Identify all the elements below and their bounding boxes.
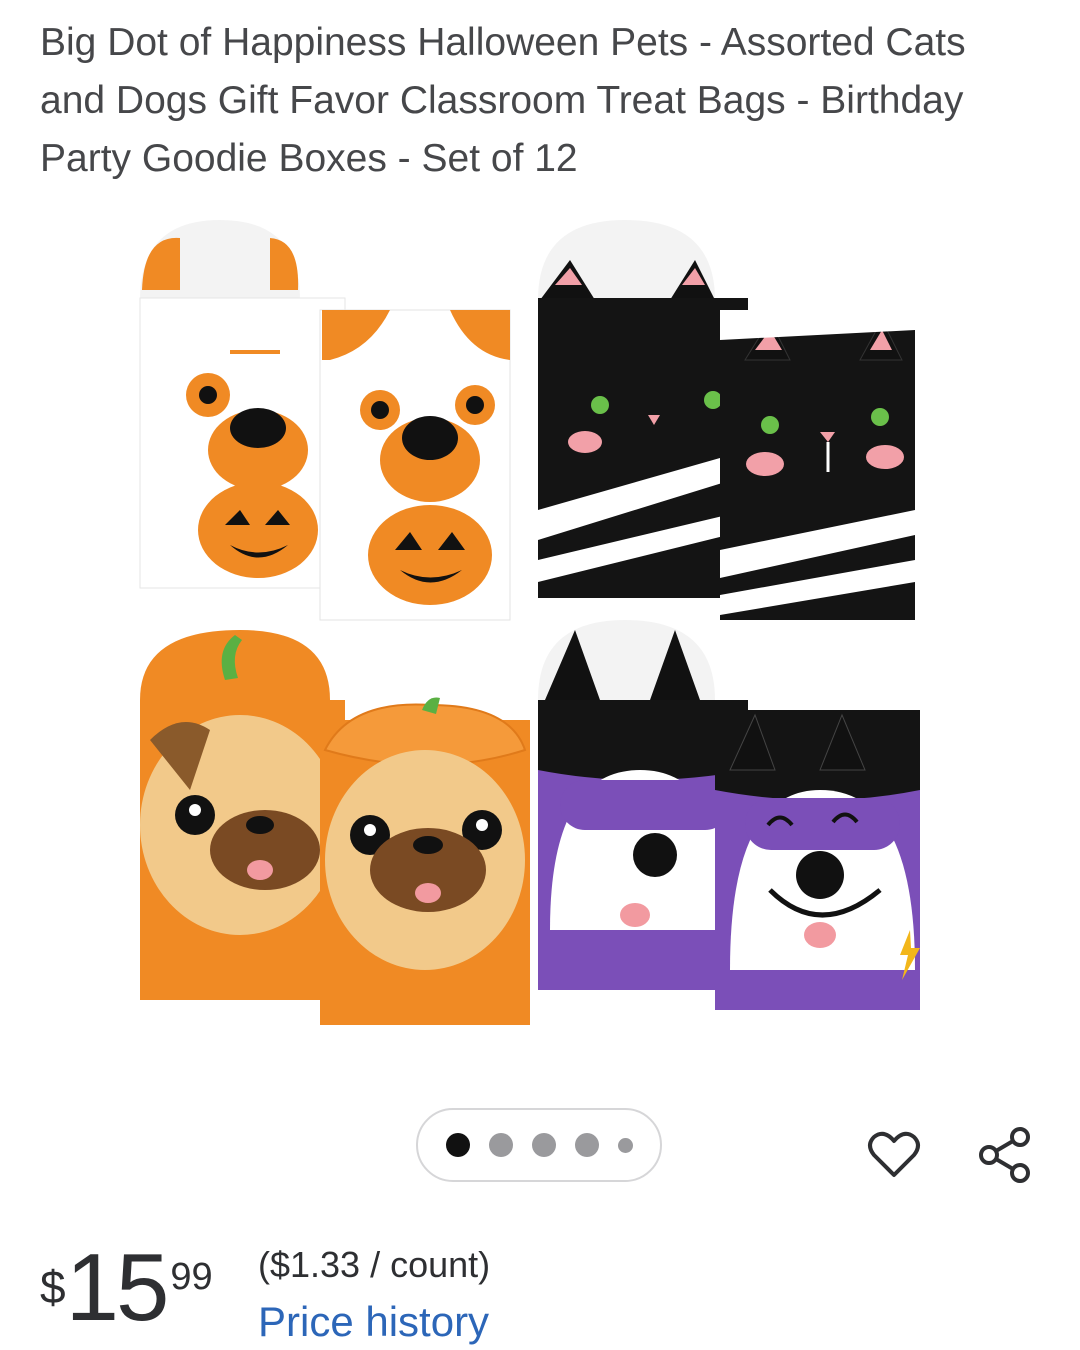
dog-bag-front (319, 309, 511, 621)
price-dollars: 15 (65, 1234, 170, 1341)
carousel-dot-2[interactable] (488, 1133, 513, 1157)
unit-price: ($1.33 / count) (258, 1244, 491, 1285)
price-history-link[interactable]: Price history (258, 1298, 489, 1346)
carousel-dot-5[interactable] (617, 1137, 633, 1153)
price-cents: 99 (170, 1256, 213, 1298)
carousel-dot-4[interactable] (574, 1133, 599, 1157)
price-currency: $ (40, 1261, 66, 1313)
cat-bag-back (538, 220, 748, 598)
pug-bag-front (320, 697, 530, 1025)
husky-bag-front (715, 710, 920, 1010)
pug-bag-back (140, 630, 345, 1000)
cat-bag-front (720, 310, 915, 620)
heart-icon[interactable] (864, 1125, 924, 1185)
product-image[interactable] (130, 210, 960, 1050)
product-title: Big Dot of Happiness Halloween Pets - As… (40, 21, 966, 180)
dog-bag-back (139, 220, 346, 589)
image-carousel-indicator[interactable] (416, 1108, 662, 1182)
carousel-dot-3[interactable] (531, 1133, 556, 1157)
carousel-dot-1[interactable] (445, 1133, 470, 1157)
share-icon[interactable] (975, 1125, 1035, 1185)
price: $ 15 99 (40, 1238, 213, 1348)
